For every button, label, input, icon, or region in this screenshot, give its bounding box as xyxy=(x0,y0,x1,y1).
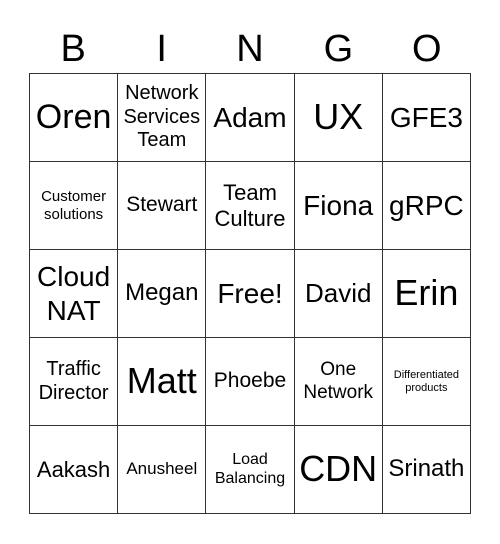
bingo-cell-text: Team Culture xyxy=(214,179,286,231)
bingo-cell[interactable]: Matt xyxy=(118,338,207,426)
bingo-cell-text: One Network xyxy=(303,359,374,403)
bingo-cell-text: Cloud NAT xyxy=(37,261,111,326)
header-letter-n: N xyxy=(236,28,264,70)
bingo-cell[interactable]: Cloud NAT xyxy=(30,250,119,338)
bingo-cell-text: Matt xyxy=(126,360,197,402)
bingo-cell-text: Phoebe xyxy=(213,369,287,393)
bingo-cell-text: Traffic Director xyxy=(38,357,109,404)
bingo-cell-text: Megan xyxy=(125,279,199,307)
bingo-cell[interactable]: Free! xyxy=(206,250,295,338)
bingo-cell[interactable]: Srinath xyxy=(382,426,471,514)
bingo-cell[interactable]: Adam xyxy=(206,74,295,162)
bingo-cell[interactable]: Stewart xyxy=(118,162,207,250)
bingo-cell[interactable]: GFE3 xyxy=(382,74,471,162)
header-letter-i: I xyxy=(156,28,167,70)
bingo-cell-text: UX xyxy=(313,96,364,138)
bingo-cell-text: Aakash xyxy=(36,456,111,482)
bingo-header: B I N G O xyxy=(29,26,471,72)
bingo-cell[interactable]: UX xyxy=(294,74,383,162)
bingo-cell-text: Adam xyxy=(213,101,287,133)
bingo-cell[interactable]: Megan xyxy=(118,250,207,338)
bingo-cell-text: GFE3 xyxy=(389,101,463,133)
bingo-cell-text: David xyxy=(304,278,372,309)
bingo-cell[interactable]: Erin xyxy=(382,250,471,338)
bingo-cell-text: CDN xyxy=(299,448,378,490)
bingo-cell[interactable]: Oren xyxy=(30,74,119,162)
bingo-cell[interactable]: Aakash xyxy=(30,426,119,514)
header-letter-g: G xyxy=(323,28,354,70)
bingo-cell-text: Load Balancing xyxy=(214,450,286,487)
bingo-cell[interactable]: One Network xyxy=(294,338,383,426)
header-letter-o: O xyxy=(412,28,442,70)
bingo-cell-text: Free! xyxy=(217,277,283,309)
bingo-cell[interactable]: gRPC xyxy=(382,162,471,250)
header-letter-b: B xyxy=(60,28,86,70)
bingo-cell-text: Erin xyxy=(394,272,459,314)
bingo-cell[interactable]: Phoebe xyxy=(206,338,295,426)
bingo-cell-text: Oren xyxy=(35,98,112,137)
bingo-cell[interactable]: Anusheel xyxy=(118,426,207,514)
bingo-cell[interactable]: Load Balancing xyxy=(206,426,295,514)
bingo-cell[interactable]: Differentiated products xyxy=(382,338,471,426)
bingo-cell-text: Customer solutions xyxy=(41,187,107,223)
bingo-cell[interactable]: Fiona xyxy=(294,162,383,250)
bingo-cell-text: Differentiated products xyxy=(393,368,459,394)
bingo-cell[interactable]: Team Culture xyxy=(206,162,295,250)
bingo-cell-text: gRPC xyxy=(389,189,464,221)
bingo-cell-text: Stewart xyxy=(126,193,198,217)
bingo-cell[interactable]: Customer solutions xyxy=(30,162,119,250)
bingo-cell-text: Network Services Team xyxy=(123,82,201,152)
bingo-cell-text: Fiona xyxy=(303,189,374,221)
bingo-grid: Oren Network Services Team Adam UX GFE3 Custo… xyxy=(29,73,471,514)
bingo-cell[interactable]: Traffic Director xyxy=(30,338,119,426)
bingo-cell-text: Srinath xyxy=(388,455,465,483)
bingo-cell[interactable]: CDN xyxy=(294,426,383,514)
bingo-cell[interactable]: Network Services Team xyxy=(118,74,207,162)
bingo-cell[interactable]: David xyxy=(294,250,383,338)
bingo-cell-text: Anusheel xyxy=(126,459,198,479)
